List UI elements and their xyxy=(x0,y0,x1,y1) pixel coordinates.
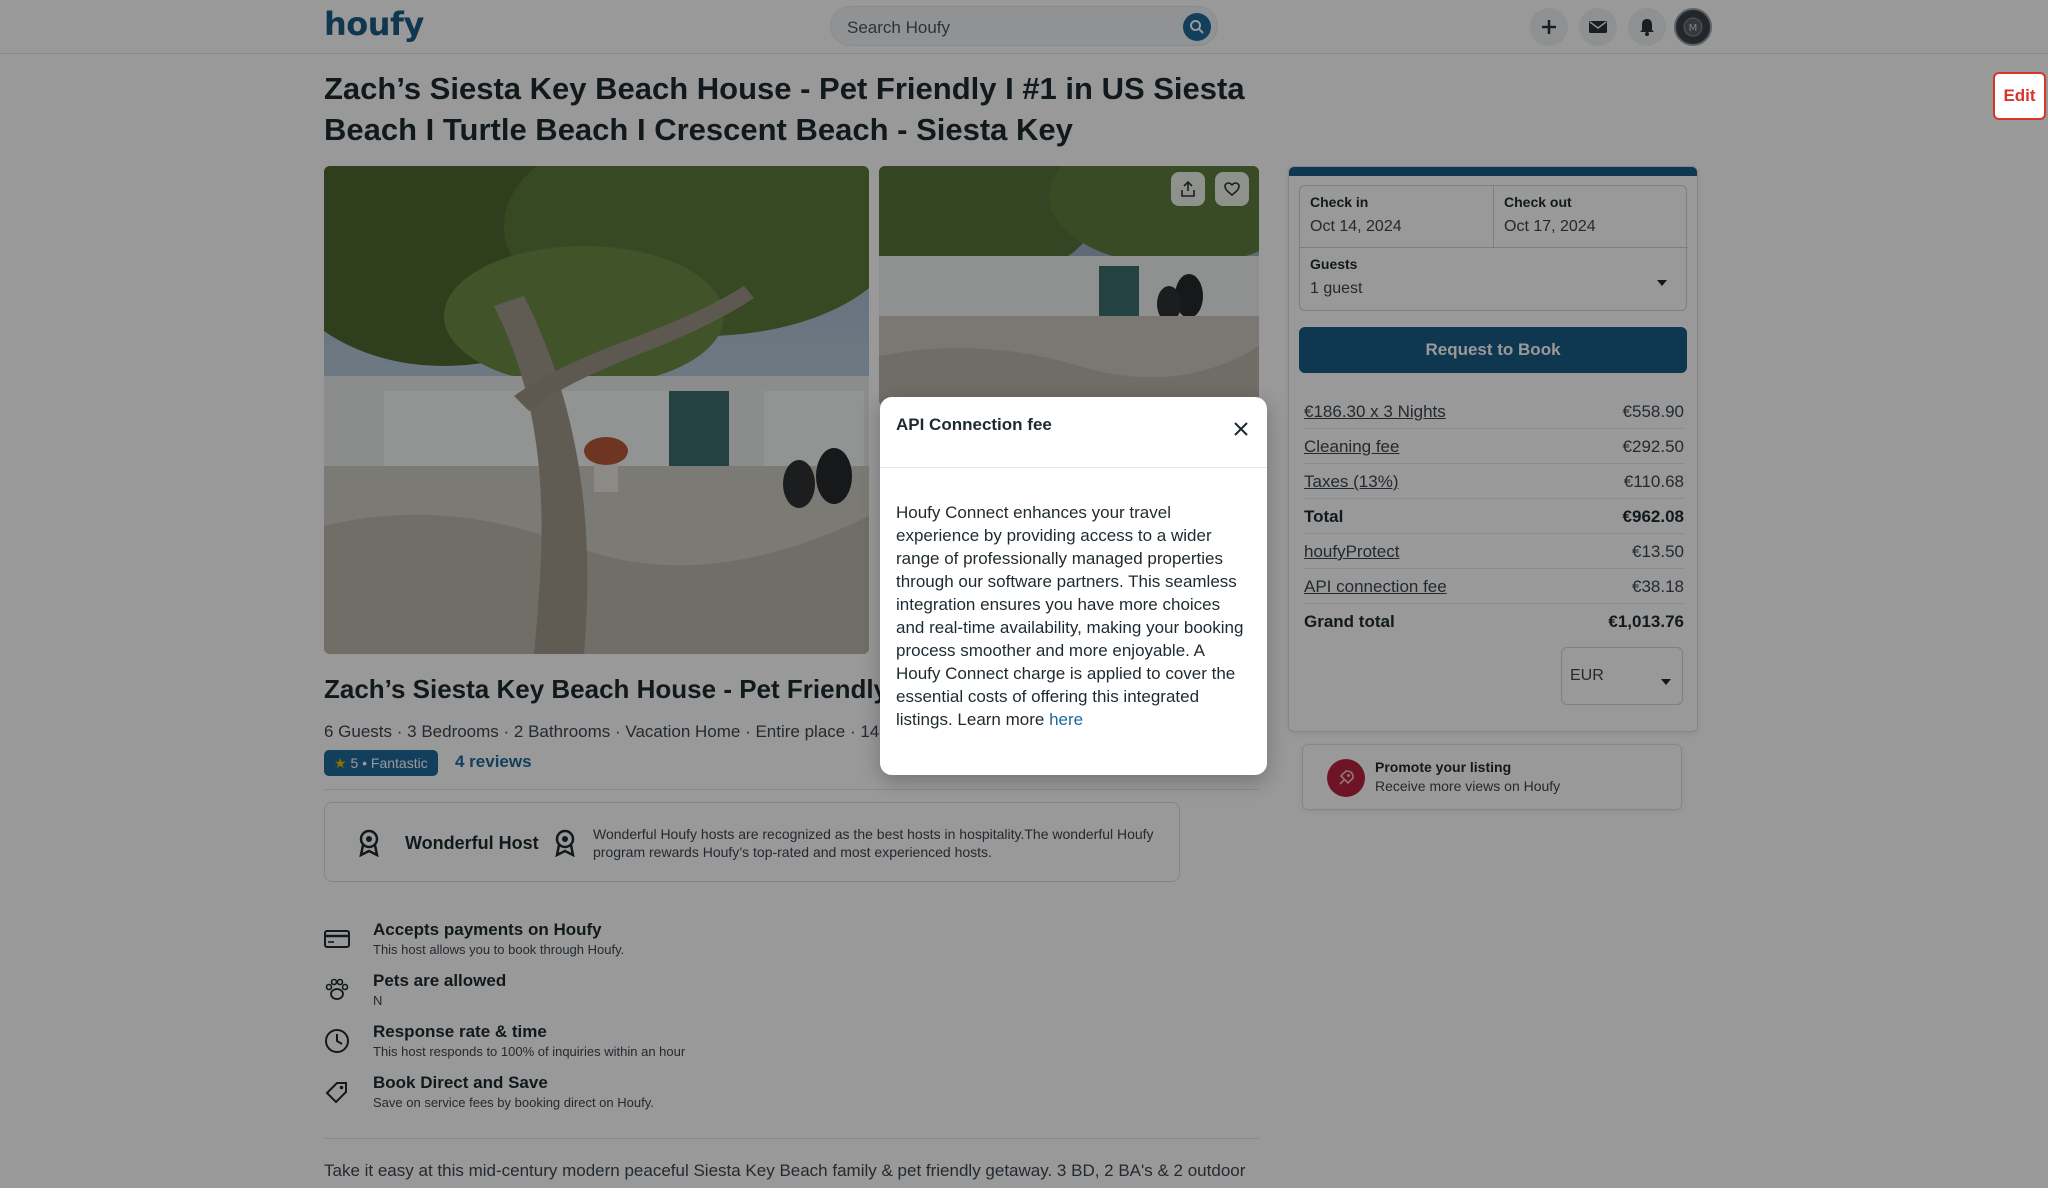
edit-button[interactable]: Edit xyxy=(1993,72,2046,120)
api-fee-modal: API Connection fee Houfy Connect enhance… xyxy=(880,397,1267,775)
close-icon[interactable] xyxy=(1229,417,1253,441)
learn-more-link[interactable]: here xyxy=(1049,710,1083,729)
modal-body-text: Houfy Connect enhances your travel exper… xyxy=(896,503,1244,729)
modal-title: API Connection fee xyxy=(896,415,1052,434)
modal-divider xyxy=(880,467,1267,468)
modal-body: Houfy Connect enhances your travel exper… xyxy=(896,501,1252,731)
